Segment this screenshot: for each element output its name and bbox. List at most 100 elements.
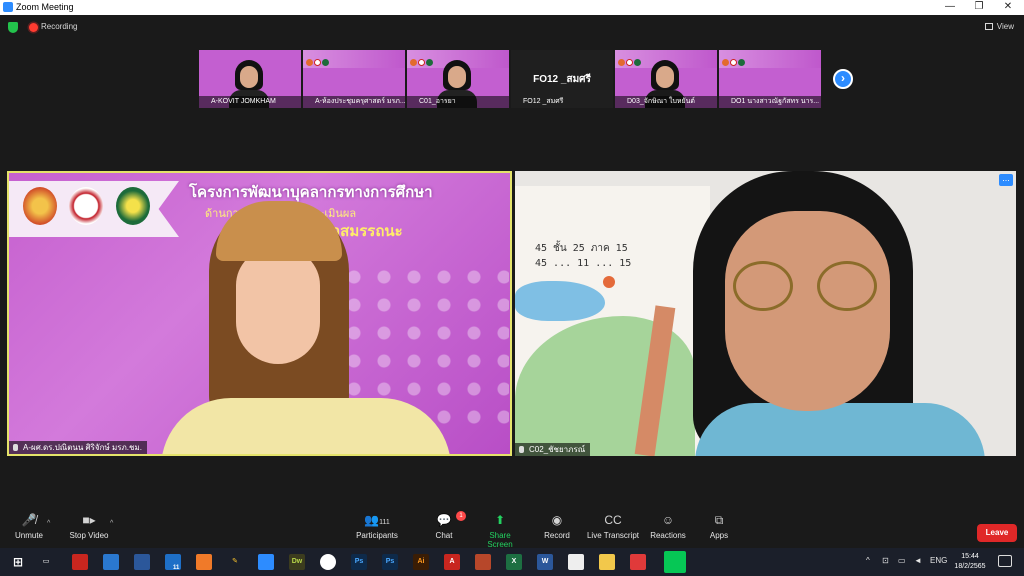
mail-icon[interactable]: 11	[165, 554, 181, 571]
xampp-icon[interactable]	[196, 554, 212, 570]
excel-icon[interactable]: X	[506, 554, 522, 570]
calculator-icon[interactable]	[134, 554, 150, 570]
photoshop-icon[interactable]: Ps	[351, 554, 367, 570]
apps-icon: ⧉	[714, 513, 724, 527]
view-label: View	[996, 22, 1014, 31]
photoshop-icon[interactable]: Ps	[382, 554, 398, 570]
thumbnail-name: C01_อารยา	[407, 96, 509, 108]
thumbnail-tile[interactable]: DO1 นางสาวณัฐกัสทร นาร...	[719, 50, 821, 108]
thumbnail-tile[interactable]: D03_จักษิณา ใบหยันต์	[615, 50, 717, 108]
taskbar-clock[interactable]: 15:44 18/2/2565	[950, 552, 990, 572]
taskbar-app-icon[interactable]	[630, 554, 646, 570]
clock-time: 15:44	[961, 553, 979, 560]
reactions-button[interactable]: ☺ Reactions	[649, 514, 687, 541]
speaker-shoulders	[161, 398, 451, 454]
access-icon[interactable]: A	[444, 554, 460, 570]
audio-options-chevron-icon[interactable]: ^	[47, 520, 50, 527]
thumbnail-tile[interactable]: A-KOVIT JOMKHAM	[199, 50, 301, 108]
slide-logos	[410, 53, 436, 66]
chrome-icon[interactable]	[320, 554, 336, 570]
paper-line: 45 ชั้น 25 ภาค 15	[535, 243, 628, 254]
file-explorer-icon[interactable]	[599, 554, 615, 570]
video-tile[interactable]: 45 ชั้น 25 ภาค 15 45 ... 11 ... 15 ... C…	[515, 171, 1016, 456]
word-icon[interactable]: W	[537, 554, 553, 570]
calendar-icon[interactable]	[103, 554, 119, 570]
university-seal	[69, 187, 103, 225]
more-options-icon[interactable]: ...	[999, 174, 1013, 186]
powerpoint-icon[interactable]	[475, 554, 491, 570]
participants-count: 111	[379, 519, 390, 526]
windows-taskbar: ⊞ ▭ 11 ✎ Dw Ps Ps Ai A X W ^ ⊡ ▭ ◄ ENG 1…	[0, 548, 1024, 576]
participant-face	[656, 66, 674, 88]
unmute-button[interactable]: 🎤̸ Unmute	[14, 513, 44, 541]
apps-button[interactable]: ⧉ Apps	[704, 513, 734, 541]
closed-caption-icon: CC	[604, 513, 622, 527]
thumbnail-name: A-KOVIT JOMKHAM	[199, 96, 301, 108]
pencil-tool-icon[interactable]: ✎	[227, 554, 243, 570]
stop-video-button[interactable]: ■▸ Stop Video	[68, 513, 110, 541]
slide-logos	[722, 53, 748, 66]
qr-code-icon[interactable]	[568, 554, 584, 570]
record-label: Record	[544, 531, 570, 540]
task-view-icon[interactable]: ▭	[38, 554, 54, 570]
security-shield-icon[interactable]	[8, 22, 18, 33]
live-transcript-label: Live Transcript	[586, 531, 640, 540]
language-indicator[interactable]: ENG	[930, 556, 947, 565]
unmute-label: Unmute	[14, 531, 43, 540]
line-app-icon[interactable]	[664, 551, 686, 573]
chat-label: Chat	[435, 531, 453, 540]
taskbar-app-icon[interactable]	[72, 554, 88, 570]
restore-button[interactable]: ❐	[964, 0, 994, 15]
participant-face	[725, 211, 890, 411]
record-button[interactable]: ◉ Record	[542, 513, 572, 541]
thumbnail-name: D03_จักษิณา ใบหยันต์	[615, 96, 717, 108]
tray-display-icon[interactable]: ▭	[898, 556, 906, 565]
record-icon: ◉	[551, 513, 563, 527]
dreamweaver-icon[interactable]: Dw	[289, 554, 305, 570]
window-title: Zoom Meeting	[16, 2, 74, 12]
windows-start-icon[interactable]: ⊞	[10, 554, 26, 570]
tray-network-icon[interactable]: ⊡	[882, 556, 889, 565]
tray-volume-icon[interactable]: ◄	[914, 556, 922, 565]
share-screen-icon: ⬆	[494, 513, 506, 527]
participants-icon: 👥111	[364, 513, 390, 527]
view-button[interactable]: View	[984, 22, 1014, 31]
close-button[interactable]: ✕	[993, 0, 1023, 15]
faculty-logo	[116, 187, 150, 225]
zoom-taskbar-icon[interactable]	[258, 554, 274, 570]
apps-label: Apps	[709, 531, 729, 540]
thumbnail-tile[interactable]: C01_อารยา	[407, 50, 509, 108]
thumbnail-name: DO1 นางสาวณัฐกัสทร นาร...	[719, 96, 821, 108]
drawing-paper: 45 ชั้น 25 ภาค 15 45 ... 11 ... 15	[515, 186, 710, 456]
live-transcript-button[interactable]: CC Live Transcript	[586, 513, 640, 541]
participant-face	[448, 66, 466, 88]
participant-shirt	[695, 403, 985, 456]
thumbnail-tile[interactable]: A-ห้องประชุมครุศาสตร์ มรภ....	[303, 50, 405, 108]
video-tile-active-speaker[interactable]: โครงการพัฒนาบุคลากรทางการศึกษา ด้านการ..…	[7, 171, 512, 456]
stop-video-label: Stop Video	[69, 531, 109, 540]
participants-button[interactable]: 👥111 Participants	[356, 513, 398, 541]
minimize-button[interactable]: —	[935, 0, 965, 15]
institution-logo	[23, 187, 57, 225]
recording-label[interactable]: Recording	[41, 22, 77, 31]
reactions-label: Reactions	[650, 531, 686, 540]
video-options-chevron-icon[interactable]: ^	[110, 520, 113, 527]
video-camera-icon: ■▸	[82, 513, 96, 527]
chat-unread-badge: 1	[456, 511, 466, 521]
glasses-left-lens	[733, 261, 793, 311]
leave-button[interactable]: Leave	[977, 524, 1017, 542]
meeting-status-bar: Recording View	[0, 15, 1024, 41]
paper-line: 45 ... 11 ... 15	[535, 258, 632, 269]
tray-chevron-icon[interactable]: ^	[866, 556, 870, 565]
title-bar: Zoom Meeting — ❐ ✕	[0, 0, 1024, 15]
notification-center-icon[interactable]	[998, 555, 1012, 567]
thumbnail-name: FO12 _สมศรี	[523, 98, 564, 105]
muted-mic-icon: 🎤̸	[21, 513, 37, 527]
thumbnail-tile[interactable]: FO12 _สมศรี FO12 _สมศรี	[511, 50, 613, 108]
illustrator-icon[interactable]: Ai	[413, 554, 429, 570]
share-screen-button[interactable]: ⬆ Share Screen	[476, 513, 524, 550]
zoom-window: Zoom Meeting — ❐ ✕ Recording View A-KOVI…	[0, 0, 1024, 550]
chat-button[interactable]: 💬 1 Chat	[428, 511, 466, 540]
participants-label: Participants	[356, 531, 398, 540]
next-page-chevron-icon[interactable]: ›	[833, 69, 853, 89]
